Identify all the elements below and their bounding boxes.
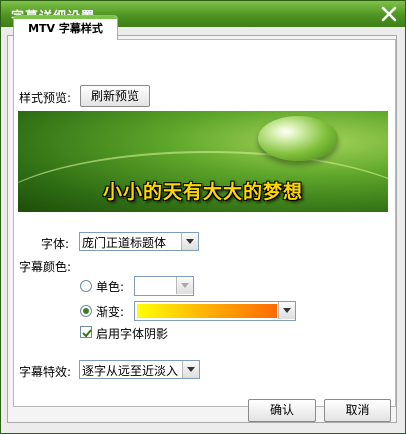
- font-label: 字体:: [41, 237, 70, 251]
- font-select[interactable]: 庞门正道标题体: [79, 232, 199, 251]
- refresh-preview-button[interactable]: 刷新预览: [80, 85, 150, 107]
- chevron-down-icon[interactable]: [176, 277, 193, 294]
- chevron-down-icon[interactable]: [278, 302, 295, 319]
- gradient-picker[interactable]: [134, 301, 296, 321]
- dialog-window: 字幕详细设置 MTV 字幕样式 样式预览: 刷新预览 小小的天有大大的梦想 字体…: [0, 0, 406, 434]
- chevron-down-icon[interactable]: [181, 233, 198, 250]
- close-icon[interactable]: [379, 4, 399, 24]
- cancel-button[interactable]: 取消: [324, 399, 391, 422]
- style-preview-image: 小小的天有大大的梦想: [18, 111, 388, 212]
- water-drop: [258, 116, 338, 161]
- gradient-radio[interactable]: [80, 305, 92, 317]
- subtitle-effect-select[interactable]: 逐字从远至近淡入: [79, 360, 200, 379]
- gradient-swatch: [137, 304, 277, 318]
- subtitle-effect-label: 字幕特效:: [19, 365, 72, 379]
- subtitle-color-label: 字幕颜色:: [19, 260, 72, 274]
- gradient-label: 渐变:: [96, 305, 125, 319]
- chevron-down-icon[interactable]: [182, 361, 199, 378]
- font-select-value: 庞门正道标题体: [82, 236, 167, 250]
- ok-button[interactable]: 确认: [248, 399, 316, 422]
- preview-label: 样式预览:: [19, 91, 72, 105]
- preview-sample-text: 小小的天有大大的梦想: [102, 181, 303, 203]
- checkmark-icon: [82, 329, 92, 338]
- single-color-radio[interactable]: [80, 280, 92, 292]
- single-color-picker[interactable]: [134, 276, 194, 296]
- single-color-label: 单色:: [96, 280, 125, 294]
- font-shadow-checkbox[interactable]: [80, 326, 92, 338]
- subtitle-effect-value: 逐字从远至近淡入: [82, 364, 179, 378]
- tab-mtv-subtitle-style[interactable]: MTV 字幕样式: [13, 15, 118, 40]
- font-shadow-label: 启用字体阴影: [96, 327, 169, 341]
